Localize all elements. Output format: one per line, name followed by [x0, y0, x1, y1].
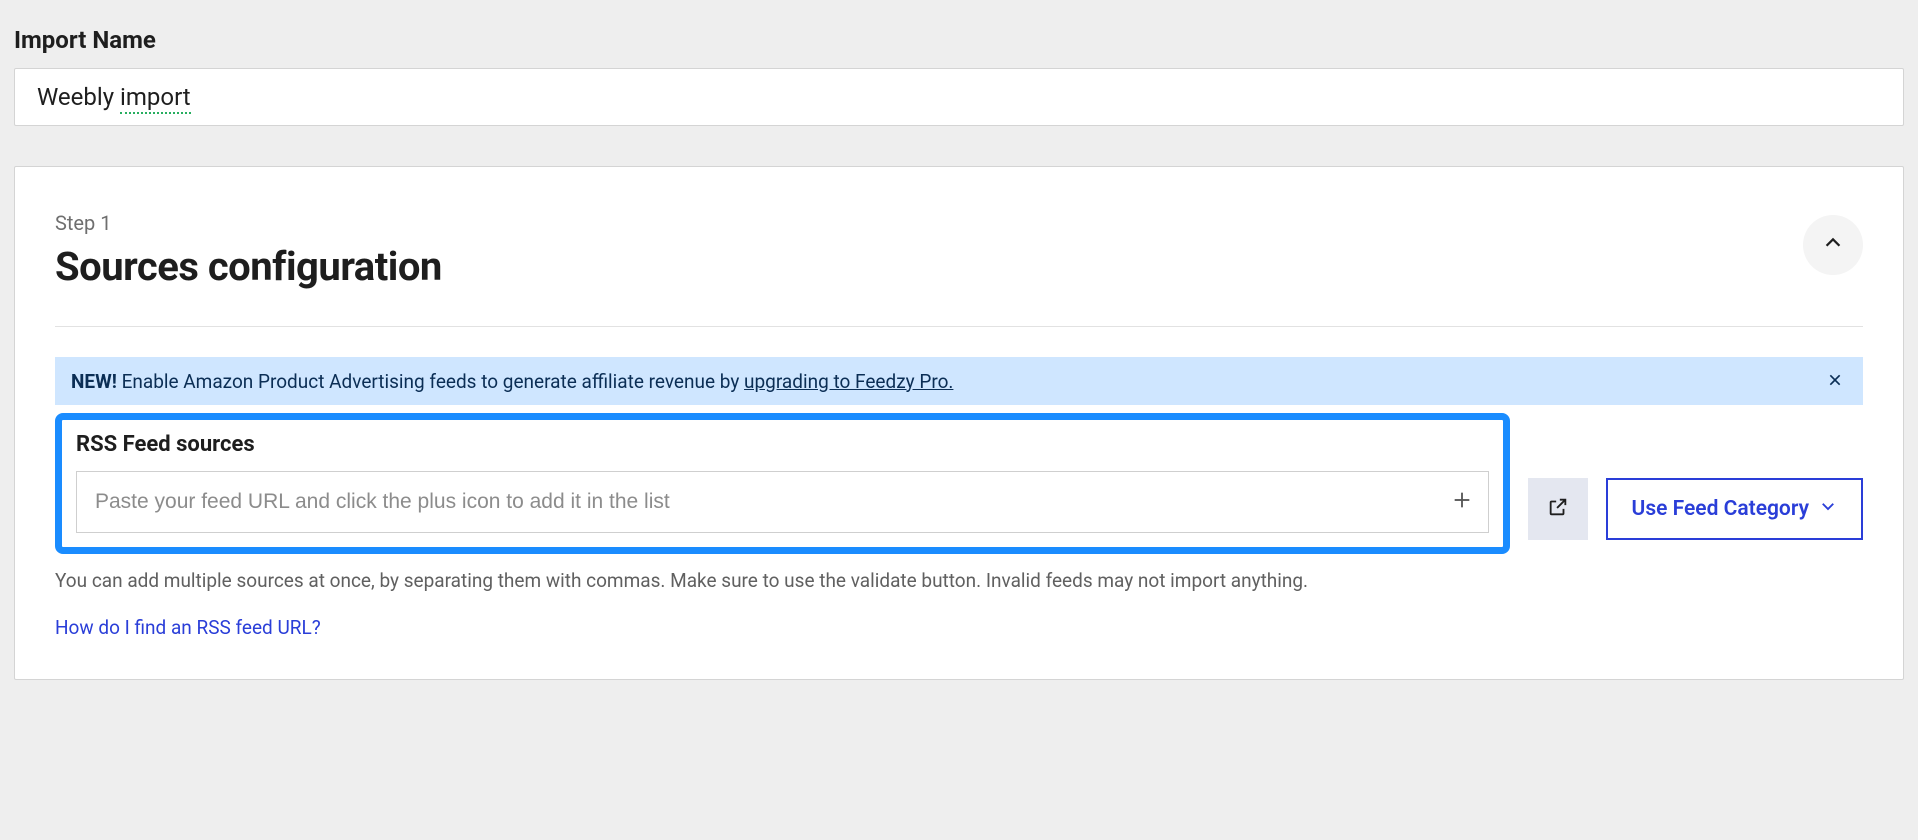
add-feed-button[interactable] — [1436, 472, 1488, 532]
plus-icon — [1451, 489, 1473, 515]
validate-feed-button[interactable] — [1528, 478, 1588, 540]
feed-url-input[interactable] — [77, 472, 1436, 532]
close-icon — [1827, 370, 1843, 393]
import-name-value: Weebly import — [37, 83, 191, 114]
import-name-label: Import Name — [14, 26, 1904, 54]
divider — [55, 326, 1863, 327]
feed-url-input-group — [76, 471, 1489, 533]
sources-config-card: Step 1 Sources configuration NEW! Enable… — [14, 166, 1904, 680]
use-feed-category-button[interactable]: Use Feed Category — [1606, 478, 1863, 540]
step-label: Step 1 — [55, 211, 1803, 235]
import-name-input[interactable]: Weebly import — [14, 68, 1904, 126]
import-name-text-word: import — [120, 83, 191, 114]
rss-help-link[interactable]: How do I find an RSS feed URL? — [55, 616, 321, 639]
promo-banner-close-button[interactable] — [1823, 369, 1847, 393]
chevron-up-icon — [1822, 232, 1844, 258]
chevron-down-icon — [1819, 497, 1837, 521]
import-name-text-pre: Weebly — [37, 83, 120, 111]
promo-banner-body: Enable Amazon Product Advertising feeds … — [117, 370, 744, 393]
step-title: Sources configuration — [55, 243, 1803, 290]
rss-helper-text: You can add multiple sources at once, by… — [55, 568, 1863, 594]
promo-banner-badge: NEW! — [71, 370, 117, 393]
promo-banner: NEW! Enable Amazon Product Advertising f… — [55, 357, 1863, 405]
promo-banner-link[interactable]: upgrading to Feedzy Pro. — [744, 370, 953, 393]
rss-sources-label: RSS Feed sources — [76, 432, 1489, 457]
collapse-toggle-button[interactable] — [1803, 215, 1863, 275]
rss-sources-highlight: RSS Feed sources — [55, 413, 1510, 554]
external-link-icon — [1547, 496, 1569, 522]
use-feed-category-label: Use Feed Category — [1632, 497, 1809, 521]
promo-banner-text: NEW! Enable Amazon Product Advertising f… — [71, 370, 1811, 393]
